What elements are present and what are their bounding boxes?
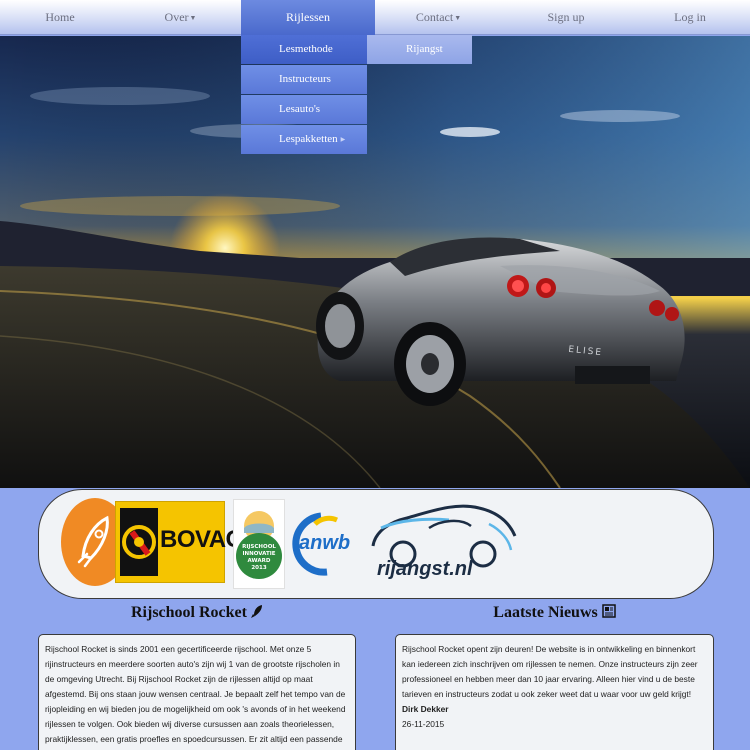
anwb-text: anwb xyxy=(299,532,351,554)
rijangst-logo: rijangst.nl xyxy=(369,498,519,588)
news-paragraph: Rijschool Rocket opent zijn deuren! De w… xyxy=(402,644,698,699)
chevron-down-icon: ▼ xyxy=(189,14,197,22)
dropdown-item-label: Lespakketten xyxy=(279,133,338,145)
nav-signup[interactable]: Sign up xyxy=(502,0,630,35)
nav-contact-label: Contact xyxy=(415,10,454,24)
submenu-item-rijangst[interactable]: Rijangst xyxy=(367,35,472,64)
dropdown-item-lesautos[interactable]: Lesauto's xyxy=(241,95,367,124)
newspaper-icon xyxy=(601,604,616,618)
nav-login-label: Log in xyxy=(674,10,706,24)
chevron-down-icon: ▼ xyxy=(454,14,462,22)
dropdown-item-label: Instructeurs xyxy=(279,73,331,85)
dropdown-item-label: Lesauto's xyxy=(279,103,321,115)
nav-over-label: Over xyxy=(164,10,189,24)
nav-contact[interactable]: Contact▼ xyxy=(375,0,502,35)
nav-login[interactable]: Log in xyxy=(630,0,750,35)
submenu-item-label: Rijangst xyxy=(406,43,443,55)
dropdown-item-instructeurs[interactable]: Instructeurs xyxy=(241,65,367,94)
about-paragraph: Rijschool Rocket is sinds 2001 een gecer… xyxy=(45,644,346,750)
nav-over[interactable]: Over▼ xyxy=(120,0,241,35)
rocket-icon xyxy=(250,605,262,618)
about-content-box: Rijschool Rocket is sinds 2001 een gecer… xyxy=(38,634,356,750)
partner-logo-strip: BOVAG RIJSCHOOL INNOVATIE AWARD 2013 anw… xyxy=(38,489,714,599)
nav-home[interactable]: Home xyxy=(0,0,120,35)
news-author: Dirk Dekker xyxy=(402,704,449,714)
innovatie-award-logo: RIJSCHOOL INNOVATIE AWARD 2013 xyxy=(233,499,285,589)
award-line-2: INNOVATIE xyxy=(242,551,276,557)
bovag-text: BOVAG xyxy=(160,526,244,553)
chevron-right-icon: ▶ xyxy=(340,137,346,143)
nav-signup-label: Sign up xyxy=(547,10,585,24)
rijlessen-dropdown: Lesmethode Instructeurs Lesauto's Lespak… xyxy=(241,35,367,155)
dropdown-item-label: Lesmethode xyxy=(279,43,333,55)
award-line-1: RIJSCHOOL xyxy=(242,544,276,550)
rijschool-rocket-heading: Rijschool Rocket xyxy=(38,604,356,622)
section-title-text: Rijschool Rocket xyxy=(131,604,247,621)
section-title-text: Laatste Nieuws xyxy=(493,604,598,621)
news-content-box: Rijschool Rocket opent zijn deuren! De w… xyxy=(395,634,714,750)
dropdown-item-lespakketten[interactable]: Lespakketten ▶ xyxy=(241,125,367,154)
bovag-logo: BOVAG xyxy=(115,501,244,583)
news-date: 26-11-2015 xyxy=(402,719,445,729)
nav-rijlessen-label: Rijlessen xyxy=(286,10,330,24)
hero-image: ELISE xyxy=(0,36,750,488)
award-line-4: 2013 xyxy=(251,565,267,571)
dropdown-item-lesmethode[interactable]: Lesmethode xyxy=(241,35,367,64)
award-line-3: AWARD xyxy=(247,558,271,564)
anwb-logo: anwb xyxy=(291,510,367,582)
laatste-nieuws-heading: Laatste Nieuws xyxy=(395,604,714,622)
nav-rijlessen[interactable]: Rijlessen xyxy=(241,0,375,35)
rijangst-text: rijangst.nl xyxy=(377,558,473,580)
top-navigation: Home Over▼ Rijlessen Contact▼ Sign up Lo… xyxy=(0,0,750,35)
nav-home-label: Home xyxy=(45,10,75,24)
